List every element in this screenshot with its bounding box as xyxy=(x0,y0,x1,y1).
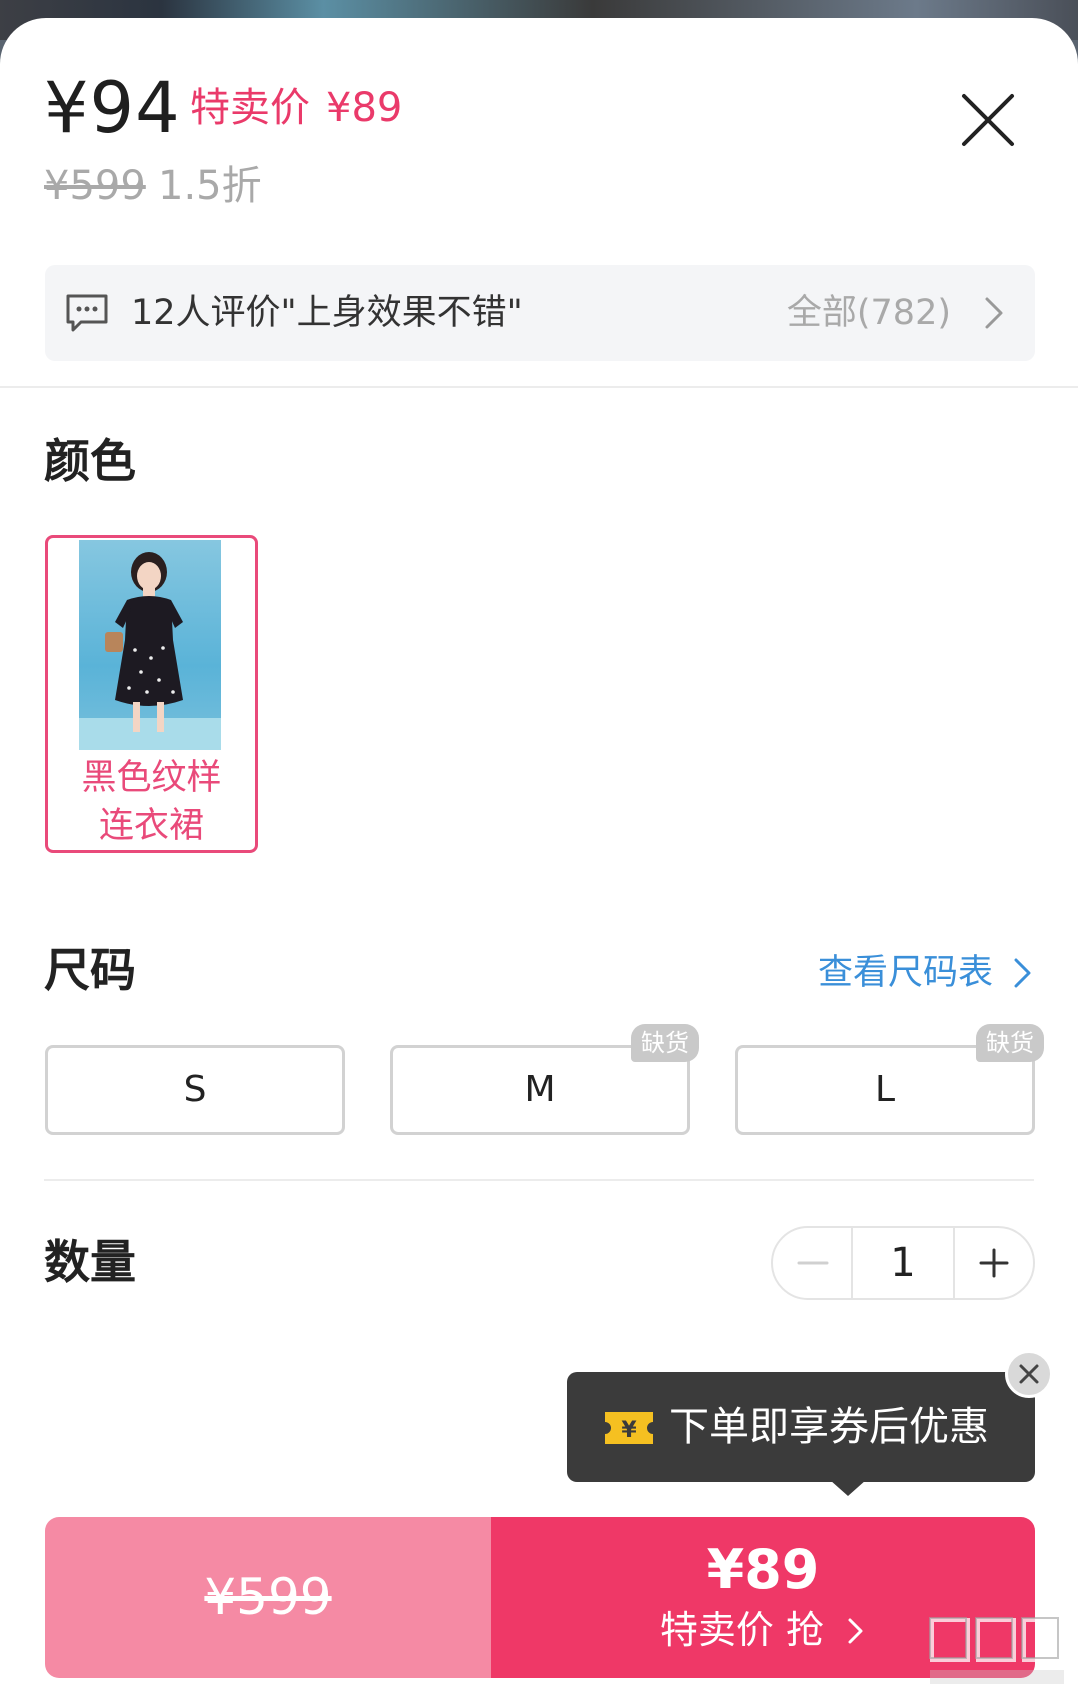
color-label-line1: 黑色纹样 xyxy=(81,758,222,798)
chevron-right-icon xyxy=(1014,958,1031,988)
review-all-link: 全部(782) xyxy=(786,293,951,333)
close-icon xyxy=(962,94,1014,146)
original-price-label: ¥599 xyxy=(204,1568,332,1626)
quantity-value[interactable]: 1 xyxy=(851,1228,955,1298)
buy-original-price-button[interactable]: ¥599 xyxy=(45,1517,491,1678)
size-option-m[interactable]: M 缺货 xyxy=(390,1024,699,1135)
minus-icon xyxy=(797,1261,829,1265)
close-button[interactable] xyxy=(960,92,1016,148)
review-summary-bar[interactable]: 12人评价"上身效果不错" 全部(782) xyxy=(45,265,1035,361)
coupon-icon: ¥ xyxy=(605,1412,653,1444)
section-divider xyxy=(0,386,1078,388)
plus-icon xyxy=(979,1248,1009,1278)
chevron-right-icon xyxy=(985,297,1003,329)
coupon-tooltip-text: 下单即享券后优惠 xyxy=(669,1404,989,1450)
color-section-title: 颜色 xyxy=(44,434,136,488)
quantity-section-title: 数量 xyxy=(44,1235,136,1289)
sale-action-text: 特卖价 抢 xyxy=(659,1608,824,1652)
color-option-black-pattern-dress[interactable]: 黑色纹样 连衣裙 xyxy=(45,535,258,853)
decrease-quantity-button[interactable] xyxy=(773,1228,851,1298)
dress-model-image xyxy=(79,552,221,750)
watermark-logo xyxy=(929,1617,1064,1684)
tooltip-close-button[interactable] xyxy=(1005,1350,1053,1398)
close-small-icon xyxy=(1019,1364,1039,1384)
tooltip-pointer xyxy=(830,1480,866,1496)
review-text: 12人评价"上身效果不错" xyxy=(131,293,523,333)
size-section-title: 尺码 xyxy=(44,943,136,997)
size-option-s[interactable]: S xyxy=(45,1045,345,1135)
coupon-tooltip: ¥ 下单即享券后优惠 xyxy=(567,1372,1035,1482)
color-option-thumbnail xyxy=(79,540,221,750)
chevron-right-icon xyxy=(848,1618,863,1644)
discount-label: 1.5折 xyxy=(158,163,262,209)
increase-quantity-button[interactable] xyxy=(957,1228,1033,1298)
sale-price: ¥89 xyxy=(326,85,403,131)
size-label: S xyxy=(183,1069,207,1110)
svg-text:¥: ¥ xyxy=(621,1418,637,1443)
quantity-stepper: 1 xyxy=(771,1226,1035,1300)
out-of-stock-badge: 缺货 xyxy=(631,1024,699,1062)
sale-label: 特卖价 xyxy=(190,85,310,131)
color-label-line2: 连衣裙 xyxy=(98,806,204,846)
size-guide-link[interactable]: 查看尺码表 xyxy=(818,945,993,1001)
out-of-stock-badge: 缺货 xyxy=(976,1024,1044,1062)
section-divider xyxy=(44,1179,1034,1181)
sale-price-label: ¥89 xyxy=(706,1538,820,1601)
comment-icon xyxy=(66,294,108,332)
color-option-label: 黑色纹样 连衣裙 xyxy=(48,754,255,850)
size-option-l[interactable]: L 缺货 xyxy=(735,1024,1044,1135)
original-price: ¥599 xyxy=(44,163,146,209)
current-price: ¥94 xyxy=(44,67,181,149)
